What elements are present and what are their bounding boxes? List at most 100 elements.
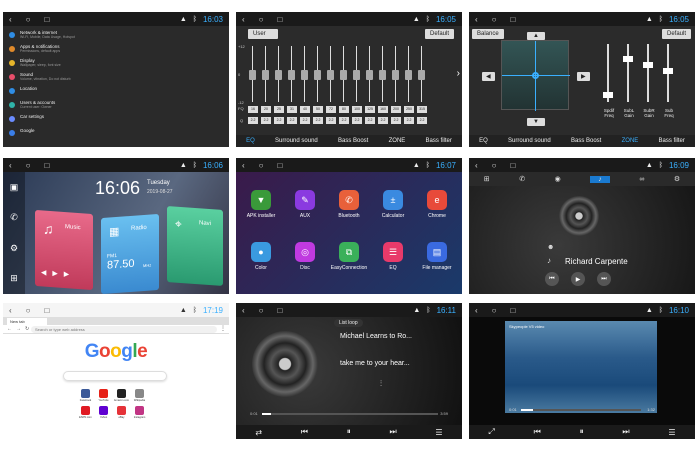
back-icon[interactable]: ‹ [242, 161, 245, 170]
home-icon[interactable]: ○ [259, 306, 264, 315]
call-icon[interactable]: ✆ [519, 175, 525, 183]
recents-icon[interactable]: □ [45, 161, 50, 170]
recents-icon[interactable]: □ [45, 15, 50, 24]
car-seat-view[interactable] [501, 40, 570, 111]
back-icon[interactable]: ‹ [9, 15, 12, 24]
phone-icon[interactable]: ✆ [10, 212, 18, 223]
left-arrow-button[interactable]: ◀ [482, 72, 495, 81]
apps-icon[interactable]: ⊞ [10, 273, 18, 284]
next-icon[interactable]: ▶ [64, 270, 69, 278]
link-icon[interactable]: ∞ [639, 176, 644, 183]
music-card[interactable]: ♫ Music ◀ ▶ ▶ [35, 209, 93, 291]
recents-icon[interactable]: □ [278, 161, 283, 170]
shortcut-icon[interactable] [81, 389, 90, 398]
tab-bass-boost[interactable]: Bass Boost [338, 138, 368, 144]
browser-tab[interactable]: New tab [7, 318, 47, 325]
settings-item[interactable]: Car settings [9, 114, 223, 127]
bt-music-icon[interactable]: ♪ [590, 175, 610, 183]
eq-icon[interactable]: ⫶ [380, 379, 382, 389]
bt-settings-icon[interactable]: ⚙ [674, 175, 680, 183]
right-arrow-button[interactable]: ▶ [577, 72, 590, 81]
app-eq[interactable]: ☰ EQ [380, 242, 406, 271]
tab-surround-sound[interactable]: Surround sound [508, 138, 551, 144]
video-frame[interactable]: Skypeople V5 video [505, 321, 657, 413]
eq-slider-knob[interactable] [327, 70, 334, 80]
shortcut-icon[interactable] [81, 406, 90, 415]
loop-mode[interactable]: List loop [334, 319, 363, 327]
eq-slider-knob[interactable] [340, 70, 347, 80]
tab-zone[interactable]: ZONE [622, 138, 639, 144]
shortcut-icon[interactable] [99, 389, 108, 398]
prev-button[interactable]: ⏮ [545, 272, 559, 286]
keypad-icon[interactable]: ⊞ [484, 175, 490, 183]
eq-slider-knob[interactable] [379, 70, 386, 80]
tab-surround-sound[interactable]: Surround sound [275, 138, 318, 144]
back-icon[interactable]: ‹ [475, 161, 478, 170]
tab-bass-filter[interactable]: Bass filter [659, 138, 685, 144]
pause-icon[interactable]: ⏸ [580, 427, 584, 437]
app-bluetooth[interactable]: ✆ Bluetooth [336, 190, 362, 219]
eq-slider-knob[interactable] [301, 70, 308, 80]
eq-slider-knob[interactable] [418, 70, 425, 80]
shortcut-icon[interactable] [99, 406, 108, 415]
next-icon[interactable]: ⏭ [622, 427, 629, 437]
recents-icon[interactable]: □ [511, 161, 516, 170]
prev-icon[interactable]: ⏮ [301, 427, 308, 437]
sub-slider-knob[interactable] [603, 92, 613, 98]
up-arrow-button[interactable]: ▲ [527, 32, 545, 40]
app-disc[interactable]: ◎ Disc [292, 242, 318, 271]
app-easyconnection[interactable]: ⧉ EasyConnection [331, 242, 367, 271]
app-color[interactable]: ● Color [248, 242, 274, 271]
browser-back-icon[interactable]: ← [7, 326, 12, 332]
app-apk-installer[interactable]: ▼ APK installer [247, 190, 275, 219]
default-button[interactable]: Default [424, 29, 454, 39]
recents-icon[interactable]: □ [511, 306, 516, 315]
back-icon[interactable]: ‹ [9, 306, 12, 315]
tab-eq[interactable]: EQ [479, 138, 488, 144]
next-arrow-icon[interactable]: › [457, 68, 460, 79]
back-icon[interactable]: ‹ [242, 15, 245, 24]
home-icon[interactable]: ○ [26, 161, 31, 170]
fullscreen-icon[interactable]: ⤢ [488, 427, 494, 437]
recents-icon[interactable]: □ [45, 306, 50, 315]
tab-zone[interactable]: ZONE [389, 138, 406, 144]
eq-slider-knob[interactable] [405, 70, 412, 80]
settings-item[interactable]: Display Wallpaper, sleep, font size [9, 58, 223, 71]
url-input[interactable]: Search or type web address [31, 326, 217, 333]
music-progress[interactable] [262, 413, 438, 415]
tab-bass-filter[interactable]: Bass filter [426, 138, 452, 144]
next-icon[interactable]: ⏭ [389, 427, 396, 437]
app-calculator[interactable]: ± Calculator [380, 190, 406, 219]
home-icon[interactable]: ○ [492, 15, 497, 24]
video-progress[interactable] [521, 409, 641, 411]
eq-slider-knob[interactable] [353, 70, 360, 80]
sub-slider-knob[interactable] [643, 62, 653, 68]
home-icon[interactable]: ○ [26, 15, 31, 24]
forward-icon[interactable]: → [16, 326, 21, 332]
home-icon[interactable]: ○ [492, 161, 497, 170]
contacts-icon[interactable]: ◉ [555, 175, 561, 183]
eq-preset-select[interactable]: User [248, 29, 278, 39]
radio-card[interactable]: ▦ Radio FM1 87.50 MHz [101, 213, 159, 294]
app-file-manager[interactable]: ▤ File manager [422, 242, 452, 271]
back-icon[interactable]: ‹ [9, 161, 12, 170]
sub-slider-track[interactable] [627, 44, 629, 102]
media-icon[interactable]: ▣ [10, 182, 19, 193]
recents-icon[interactable]: □ [511, 15, 516, 24]
home-icon[interactable]: ○ [259, 161, 264, 170]
recents-icon[interactable]: □ [278, 306, 283, 315]
next-button[interactable]: ⏭ [597, 272, 611, 286]
eq-slider-knob[interactable] [392, 70, 399, 80]
home-icon[interactable]: ○ [259, 15, 264, 24]
back-icon[interactable]: ‹ [475, 15, 478, 24]
eq-slider-knob[interactable] [275, 70, 282, 80]
settings-item[interactable]: Users & accounts Current user: Owner [9, 100, 223, 113]
back-icon[interactable]: ‹ [475, 306, 478, 315]
sub-slider-track[interactable] [647, 44, 649, 102]
settings-item[interactable]: Apps & notifications Permissions, default… [9, 44, 223, 57]
eq-slider-knob[interactable] [288, 70, 295, 80]
playlist-icon[interactable]: ☰ [435, 428, 442, 437]
tab-eq[interactable]: EQ [246, 138, 255, 144]
eq-slider-knob[interactable] [249, 70, 256, 80]
google-search-input[interactable] [63, 371, 167, 381]
